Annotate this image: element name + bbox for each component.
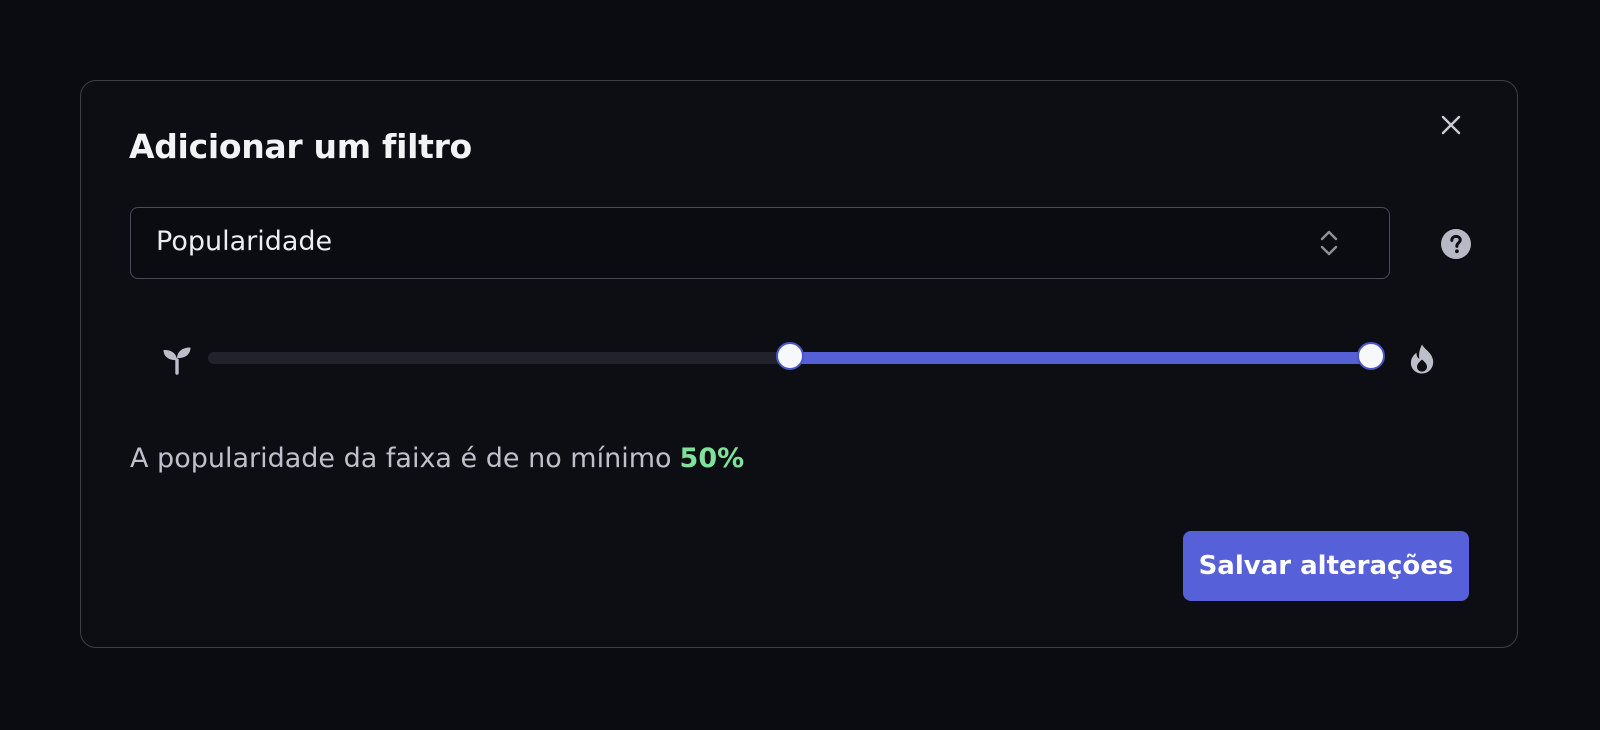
fire-icon [1410,344,1434,374]
dialog-title: Adicionar um filtro [129,127,472,166]
filter-type-select[interactable]: Popularidade [130,207,1390,279]
chevron-up-down-icon [1320,230,1338,256]
popularity-range-slider[interactable] [208,342,1385,370]
close-icon [1441,115,1461,135]
slider-thumb-min[interactable] [775,342,804,370]
close-button[interactable] [1435,109,1467,141]
filter-type-value: Popularidade [156,226,333,257]
add-filter-dialog: Adicionar um filtro Popularidade A popul… [80,80,1518,648]
slider-selected-range [789,352,1371,364]
popularity-summary: A popularidade da faixa é de no mínimo 50… [130,443,744,474]
summary-value: 50% [679,443,745,474]
save-changes-button[interactable]: Salvar alterações [1183,531,1469,601]
summary-text: A popularidade da faixa é de no mínimo [130,443,672,474]
sprout-icon [163,347,191,375]
slider-thumb-max[interactable] [1357,342,1385,370]
question-circle-icon[interactable] [1440,228,1472,260]
